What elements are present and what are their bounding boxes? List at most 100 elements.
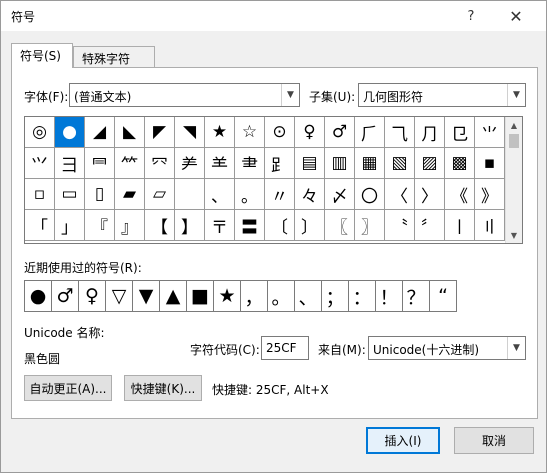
- recent-symbol-cell[interactable]: ：: [349, 281, 376, 312]
- symbol-cell[interactable]: 〒: [205, 210, 235, 241]
- recent-symbol-cell[interactable]: ？: [403, 281, 430, 312]
- symbol-cell[interactable]: 〉: [415, 179, 445, 210]
- char-code-input[interactable]: 25CF: [261, 336, 309, 360]
- symbol-cell[interactable]: ⺄: [385, 117, 415, 148]
- recent-symbol-cell[interactable]: ，: [241, 281, 268, 312]
- symbol-cell[interactable]: 〡: [445, 210, 475, 241]
- symbol-cell[interactable]: 」: [55, 210, 85, 241]
- symbol-cell[interactable]: ▱: [145, 179, 175, 210]
- symbol-cell[interactable]: 〖: [325, 210, 355, 241]
- symbol-cell[interactable]: 〆: [325, 179, 355, 210]
- tab-special-characters[interactable]: 特殊字符(P): [73, 46, 155, 81]
- symbol-cell[interactable]: 々: [295, 179, 325, 210]
- symbol-cell[interactable]: 《: [445, 179, 475, 210]
- recent-symbol-cell[interactable]: ●: [25, 281, 52, 312]
- recent-symbol-cell[interactable]: ；: [322, 281, 349, 312]
- autocorrect-button[interactable]: 自动更正(A)...: [24, 375, 112, 401]
- symbol-cell[interactable]: ▪: [475, 148, 505, 179]
- symbol-cell[interactable]: ▦: [355, 148, 385, 179]
- insert-button[interactable]: 插入(I): [366, 427, 440, 454]
- scroll-down-icon[interactable]: ▼: [506, 227, 522, 243]
- symbol-cell[interactable]: ☆: [235, 117, 265, 148]
- shortcut-key-button[interactable]: 快捷键(K)...: [124, 375, 202, 401]
- recent-symbols-label: 近期使用过的符号(R):: [24, 261, 142, 275]
- recent-symbol-cell[interactable]: “: [430, 281, 457, 312]
- symbol-cell[interactable]: ◥: [175, 117, 205, 148]
- symbol-cell[interactable]: 】: [175, 210, 205, 241]
- symbol-cell[interactable]: 〓: [235, 210, 265, 241]
- recent-symbol-cell[interactable]: ♂: [52, 281, 79, 312]
- symbol-cell[interactable]: 〞: [415, 210, 445, 241]
- symbol-cell[interactable]: ⺮: [115, 148, 145, 179]
- symbol-cell[interactable]: ⺜: [85, 148, 115, 179]
- close-icon[interactable]: ✕: [501, 1, 531, 31]
- symbol-cell[interactable]: 〢: [475, 210, 505, 241]
- symbol-cell[interactable]: ◤: [145, 117, 175, 148]
- chevron-down-icon[interactable]: ▼: [507, 337, 525, 359]
- recent-symbol-cell[interactable]: ♀: [79, 281, 106, 312]
- symbol-cell[interactable]: 「: [25, 210, 55, 241]
- symbol-cell[interactable]: ◢: [85, 117, 115, 148]
- symbol-cell[interactable]: ⺆: [415, 117, 445, 148]
- symbol-cell[interactable]: 〔: [265, 210, 295, 241]
- symbol-cell[interactable]: ▯: [85, 179, 115, 210]
- recent-symbol-cell[interactable]: ▲: [160, 281, 187, 312]
- symbol-cell[interactable]: ⺕: [55, 148, 85, 179]
- symbol-cell[interactable]: ▫: [25, 179, 55, 210]
- symbol-cell[interactable]: 『: [85, 210, 115, 241]
- recent-symbol-cell[interactable]: ★: [214, 281, 241, 312]
- recent-symbol-cell[interactable]: 、: [295, 281, 322, 312]
- symbol-cell[interactable]: ⻊: [265, 148, 295, 179]
- symbol-cell[interactable]: ⺁: [355, 117, 385, 148]
- subset-select[interactable]: 几何图形符 ▼: [358, 83, 526, 107]
- font-select[interactable]: (普通文本) ▼: [69, 83, 300, 107]
- help-icon[interactable]: ?: [456, 1, 486, 31]
- recent-symbol-cell[interactable]: ■: [187, 281, 214, 312]
- symbol-cell[interactable]: ⊙: [265, 117, 295, 148]
- symbol-cell[interactable]: ▩: [445, 148, 475, 179]
- cancel-button[interactable]: 取消: [454, 427, 534, 454]
- symbol-cell[interactable]: ⺳: [145, 148, 175, 179]
- symbol-cell[interactable]: 〇: [355, 179, 385, 210]
- symbol-cell[interactable]: ⺷: [205, 148, 235, 179]
- symbol-cell[interactable]: 〗: [355, 210, 385, 241]
- tab-symbols[interactable]: 符号(S): [11, 43, 73, 68]
- symbol-cell[interactable]: ⺻: [235, 148, 265, 179]
- symbol-cell[interactable]: ▭: [55, 179, 85, 210]
- from-select[interactable]: Unicode(十六进制) ▼: [368, 336, 526, 360]
- symbol-cell[interactable]: 〕: [295, 210, 325, 241]
- symbol-cell[interactable]: ⺋: [445, 117, 475, 148]
- symbol-cell[interactable]: ⺍: [25, 148, 55, 179]
- symbol-cell[interactable]: ★: [205, 117, 235, 148]
- chevron-down-icon[interactable]: ▼: [507, 84, 525, 106]
- symbol-cell[interactable]: 【: [145, 210, 175, 241]
- symbol-cell[interactable]: [175, 179, 205, 210]
- symbol-cell[interactable]: ♀: [295, 117, 325, 148]
- symbol-cell[interactable]: 》: [475, 179, 505, 210]
- symbol-cell[interactable]: 〈: [385, 179, 415, 210]
- symbol-cell[interactable]: 〝: [385, 210, 415, 241]
- symbol-cell[interactable]: ♂: [325, 117, 355, 148]
- symbol-cell[interactable]: ◎: [25, 117, 55, 148]
- symbol-cell[interactable]: 』: [115, 210, 145, 241]
- recent-symbol-cell[interactable]: ！: [376, 281, 403, 312]
- symbol-cell-selected[interactable]: ●: [55, 117, 85, 148]
- symbol-cell[interactable]: ▤: [295, 148, 325, 179]
- recent-symbol-cell[interactable]: ▼: [133, 281, 160, 312]
- symbol-grid-scrollbar[interactable]: ▲ ▼: [505, 117, 522, 243]
- symbol-cell[interactable]: ◣: [115, 117, 145, 148]
- symbol-cell[interactable]: ⺌: [475, 117, 505, 148]
- scroll-thumb[interactable]: [509, 134, 519, 148]
- symbol-cell[interactable]: 〃: [265, 179, 295, 210]
- chevron-down-icon[interactable]: ▼: [281, 84, 299, 106]
- symbol-cell[interactable]: 。: [235, 179, 265, 210]
- scroll-up-icon[interactable]: ▲: [506, 117, 522, 133]
- symbol-cell[interactable]: ⺶: [175, 148, 205, 179]
- symbol-cell[interactable]: ▥: [325, 148, 355, 179]
- symbol-cell[interactable]: 、: [205, 179, 235, 210]
- recent-symbol-cell[interactable]: ▽: [106, 281, 133, 312]
- recent-symbol-cell[interactable]: 。: [268, 281, 295, 312]
- symbol-cell[interactable]: ▧: [385, 148, 415, 179]
- symbol-cell[interactable]: ▰: [115, 179, 145, 210]
- symbol-cell[interactable]: ▨: [415, 148, 445, 179]
